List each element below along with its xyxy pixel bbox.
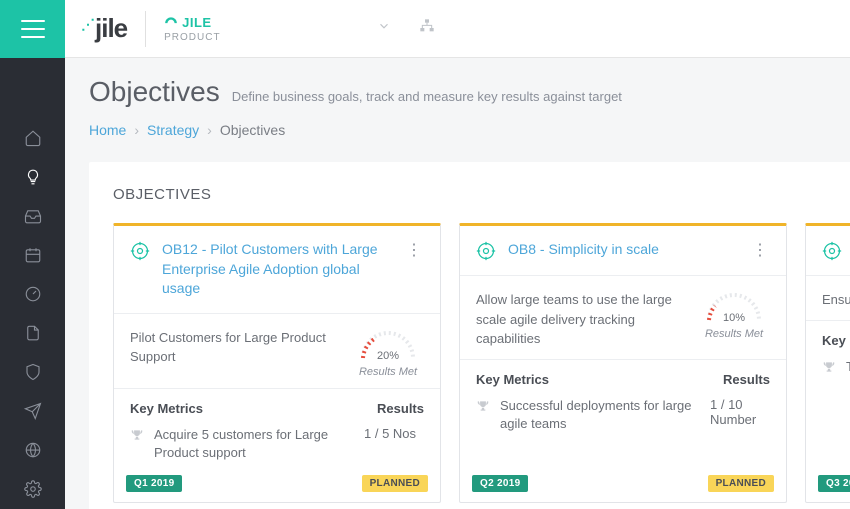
breadcrumb-strategy[interactable]: Strategy — [147, 122, 199, 138]
home-icon — [24, 129, 42, 147]
trophy-icon — [130, 428, 144, 462]
metrics-header-key: Key Metrics — [130, 401, 203, 416]
metric-text: Tria hig exp — [846, 358, 850, 379]
status-chip: PLANNED — [362, 475, 428, 492]
nav-security[interactable] — [0, 353, 65, 392]
gauge-label: Results Met — [352, 366, 424, 378]
objective-card[interactable]: O Ensure by und Key M Tria hig — [805, 223, 850, 503]
files-icon — [24, 324, 42, 342]
nav-settings[interactable] — [0, 470, 65, 509]
nav-releases[interactable] — [0, 392, 65, 431]
chevron-right-icon: › — [207, 122, 212, 138]
nav-inbox[interactable] — [0, 196, 65, 235]
metric-text: Successful deployments for large agile t… — [500, 397, 700, 433]
calendar-icon — [24, 246, 42, 264]
metric-text: Acquire 5 customers for Large Product su… — [154, 426, 354, 462]
hamburger-menu[interactable] — [0, 0, 65, 58]
product-label: JILE — [182, 15, 211, 30]
shield-icon — [24, 363, 42, 381]
page-title: Objectives — [89, 76, 220, 108]
metrics-header-key: Key M — [822, 333, 850, 348]
quarter-chip: Q3 201 — [818, 475, 850, 492]
card-menu-button[interactable]: ⋮ — [404, 240, 424, 260]
quarter-chip: Q2 2019 — [472, 475, 528, 492]
quarter-chip: Q1 2019 — [126, 475, 182, 492]
content-area: Objectives Define business goals, track … — [65, 58, 850, 509]
target-icon — [130, 241, 150, 261]
metric-row: Successful deployments for large agile t… — [476, 397, 770, 433]
nav-home[interactable] — [0, 118, 65, 157]
gauge-icon — [704, 290, 764, 322]
breadcrumb-home[interactable]: Home — [89, 122, 126, 138]
metric-result: 1 / 5 Nos — [364, 426, 424, 462]
gauge-icon — [358, 328, 418, 360]
target-icon — [476, 241, 496, 261]
objective-description: Ensure by und — [822, 290, 850, 310]
gauge-icon — [24, 285, 42, 303]
plane-icon — [24, 402, 42, 420]
globe-icon — [24, 441, 42, 459]
topbar: jile JILE PRODUCT — [0, 0, 850, 58]
dashboard-icon — [164, 16, 178, 28]
metrics-header-results: Results — [723, 372, 770, 387]
nav-files[interactable] — [0, 313, 65, 352]
org-chart-icon[interactable] — [419, 18, 435, 39]
objectives-cards-row: OB12 - Pilot Customers with Large Enterp… — [113, 223, 850, 503]
gear-icon — [24, 480, 42, 498]
objective-title[interactable]: OB8 - Simplicity in scale — [508, 240, 738, 260]
product-selector[interactable]: JILE PRODUCT — [145, 11, 220, 47]
bulb-icon — [24, 168, 42, 186]
trophy-icon — [476, 399, 490, 433]
status-chip: PLANNED — [708, 475, 774, 492]
nav-calendar[interactable] — [0, 235, 65, 274]
nav-gauge[interactable] — [0, 274, 65, 313]
product-sublabel: PRODUCT — [164, 32, 220, 43]
logo[interactable]: jile — [81, 13, 127, 44]
objective-card[interactable]: OB12 - Pilot Customers with Large Enterp… — [113, 223, 441, 503]
chevron-down-icon[interactable] — [377, 19, 391, 38]
section-title: OBJECTIVES — [113, 186, 850, 203]
breadcrumb: Home › Strategy › Objectives — [89, 122, 826, 138]
objective-title[interactable]: OB12 - Pilot Customers with Large Enterp… — [162, 240, 392, 299]
logo-area: jile JILE PRODUCT — [65, 11, 237, 47]
sidebar — [0, 58, 65, 509]
metric-row: Acquire 5 customers for Large Product su… — [130, 426, 424, 462]
breadcrumb-current: Objectives — [220, 122, 285, 138]
trophy-icon — [822, 360, 836, 379]
objective-description: Pilot Customers for Large Product Suppor… — [130, 328, 342, 378]
objective-description: Allow large teams to use the large scale… — [476, 290, 688, 349]
nav-explore[interactable] — [0, 431, 65, 470]
gauge-label: Results Met — [698, 328, 770, 340]
card-menu-button[interactable]: ⋮ — [750, 240, 770, 260]
metric-result: 1 / 10 Number — [710, 397, 770, 433]
inbox-icon — [24, 207, 42, 225]
target-icon — [822, 241, 842, 261]
metrics-header-key: Key Metrics — [476, 372, 549, 387]
metric-row: Tria hig exp — [822, 358, 850, 379]
metrics-header-results: Results — [377, 401, 424, 416]
chevron-right-icon: › — [134, 122, 139, 138]
page-description: Define business goals, track and measure… — [232, 89, 622, 104]
nav-objectives[interactable] — [0, 157, 65, 196]
objective-card[interactable]: OB8 - Simplicity in scale ⋮ Allow large … — [459, 223, 787, 503]
